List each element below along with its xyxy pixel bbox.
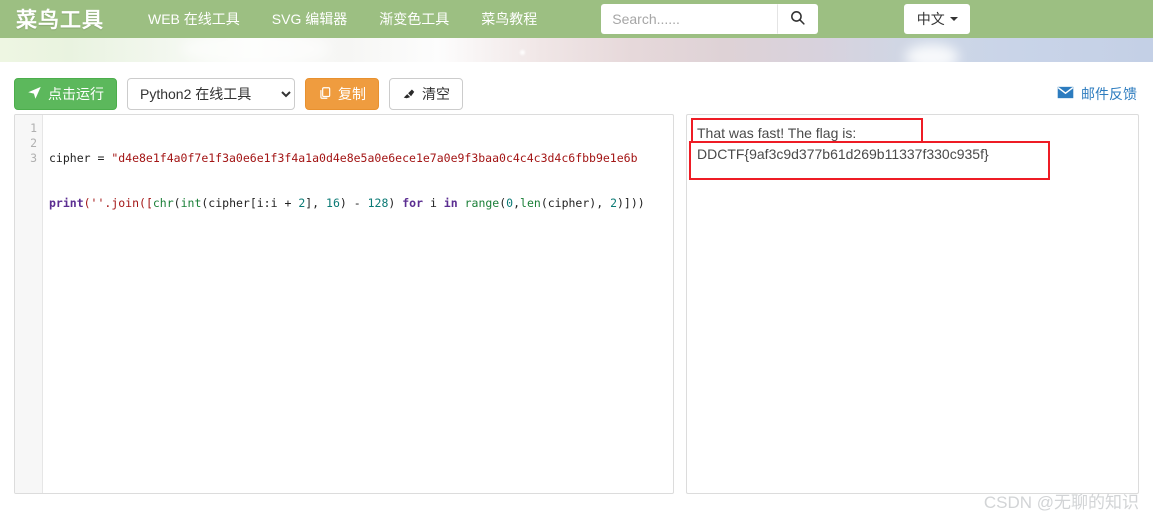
nav-link-svg-editor[interactable]: SVG 编辑器 (256, 9, 363, 29)
nav-link-web-tools[interactable]: WEB 在线工具 (132, 9, 256, 29)
search-button[interactable] (778, 4, 819, 34)
banner-image (0, 38, 1153, 62)
code-kw-for: for (402, 196, 424, 210)
workspace: 1 2 3 cipher = "d4e8e1f4a0f7e1f3a0e6e1f3… (14, 114, 1139, 494)
copy-icon (318, 86, 332, 103)
code-p7: ) (388, 196, 403, 210)
email-feedback-link[interactable]: 邮件反馈 (1057, 84, 1139, 104)
code-kw-print: print (49, 196, 84, 210)
eraser-icon (402, 86, 416, 103)
csdn-watermark: CSDN @无聊的知识 (983, 493, 1139, 512)
code-fn-range: range (464, 196, 500, 210)
code-p1: (' (83, 196, 98, 210)
line-number: 2 (30, 136, 37, 150)
search-input[interactable] (601, 4, 779, 34)
line-number-gutter: 1 2 3 (15, 115, 43, 493)
code-cipher-string: "d4e8e1f4a0f7e1f3a0e6e1f3f4a1a0d4e8e5a0e… (111, 151, 638, 165)
code-p3: ( (173, 196, 181, 210)
code-p6: ) - (339, 196, 368, 210)
clear-button-label: 清空 (422, 86, 450, 102)
code-p13: )])) (617, 196, 645, 210)
copy-button-label: 复制 (338, 86, 366, 102)
caret-down-icon (949, 17, 958, 21)
code-num-128: 128 (367, 196, 389, 210)
language-mode-select[interactable]: Python2 在线工具 (127, 78, 295, 110)
output-line-message: That was fast! The flag is: (697, 125, 857, 141)
language-label: 中文 (916, 11, 945, 27)
code-fn-chr: chr (152, 196, 174, 210)
code-editor-pane[interactable]: 1 2 3 cipher = "d4e8e1f4a0f7e1f3a0e6e1f3… (14, 114, 674, 494)
primary-nav: WEB 在线工具 SVG 编辑器 渐变色工具 菜鸟教程 (132, 9, 553, 29)
output-line-flag: DDCTF{9af3c9d377b61d269b11337f330c935f} (697, 146, 989, 162)
code-area[interactable]: cipher = "d4e8e1f4a0f7e1f3a0e6e1f3f4a1a0… (43, 115, 673, 493)
banner-dot (520, 50, 525, 55)
search-icon (789, 9, 806, 29)
code-num-16: 16 (326, 196, 340, 210)
banner-highlight-blob (905, 44, 959, 62)
code-p8: i (423, 196, 444, 210)
nav-link-gradient-tool[interactable]: 渐变色工具 (363, 9, 465, 29)
line-number: 3 (30, 151, 37, 165)
search-group (601, 4, 819, 34)
clear-button[interactable]: 清空 (389, 78, 463, 110)
page-body: 点击运行 Python2 在线工具 复制 清空 邮件反馈 1 2 3 ciphe… (0, 62, 1153, 494)
code-num-2b: 2 (610, 196, 617, 210)
language-selector[interactable]: 中文 (904, 4, 971, 34)
code-p9 (458, 196, 465, 210)
code-p4: (cipher[i:i + (201, 196, 299, 210)
line-number: 1 (30, 121, 37, 135)
code-line-2: print(''.join([chr(int(cipher[i:i + 2], … (49, 196, 673, 211)
editor-toolbar: 点击运行 Python2 在线工具 复制 清空 邮件反馈 (14, 62, 1139, 114)
envelope-icon (1057, 86, 1074, 102)
run-button[interactable]: 点击运行 (14, 78, 117, 110)
banner-soft-blob (180, 38, 330, 62)
code-p2: '.join([ (97, 196, 153, 210)
output-pane: That was fast! The flag is: DDCTF{9af3c9… (686, 114, 1139, 494)
code-p5: ], (305, 196, 327, 210)
code-fn-len: len (520, 196, 541, 210)
paper-plane-icon (27, 85, 42, 103)
code-line-1: cipher = "d4e8e1f4a0f7e1f3a0e6e1f3f4a1a0… (49, 151, 673, 166)
code-kw-in: in (443, 196, 458, 210)
code-var-assign: cipher = (49, 151, 112, 165)
copy-button[interactable]: 复制 (305, 78, 379, 110)
site-logo[interactable]: 菜鸟工具 (16, 4, 104, 34)
email-feedback-label: 邮件反馈 (1081, 86, 1137, 102)
code-p12: (cipher), (540, 196, 611, 210)
top-navbar: 菜鸟工具 WEB 在线工具 SVG 编辑器 渐变色工具 菜鸟教程 中文 (0, 0, 1153, 38)
code-p11: , (513, 196, 521, 210)
nav-link-tutorials[interactable]: 菜鸟教程 (465, 9, 553, 29)
run-button-label: 点击运行 (48, 86, 104, 102)
code-fn-int: int (180, 196, 202, 210)
